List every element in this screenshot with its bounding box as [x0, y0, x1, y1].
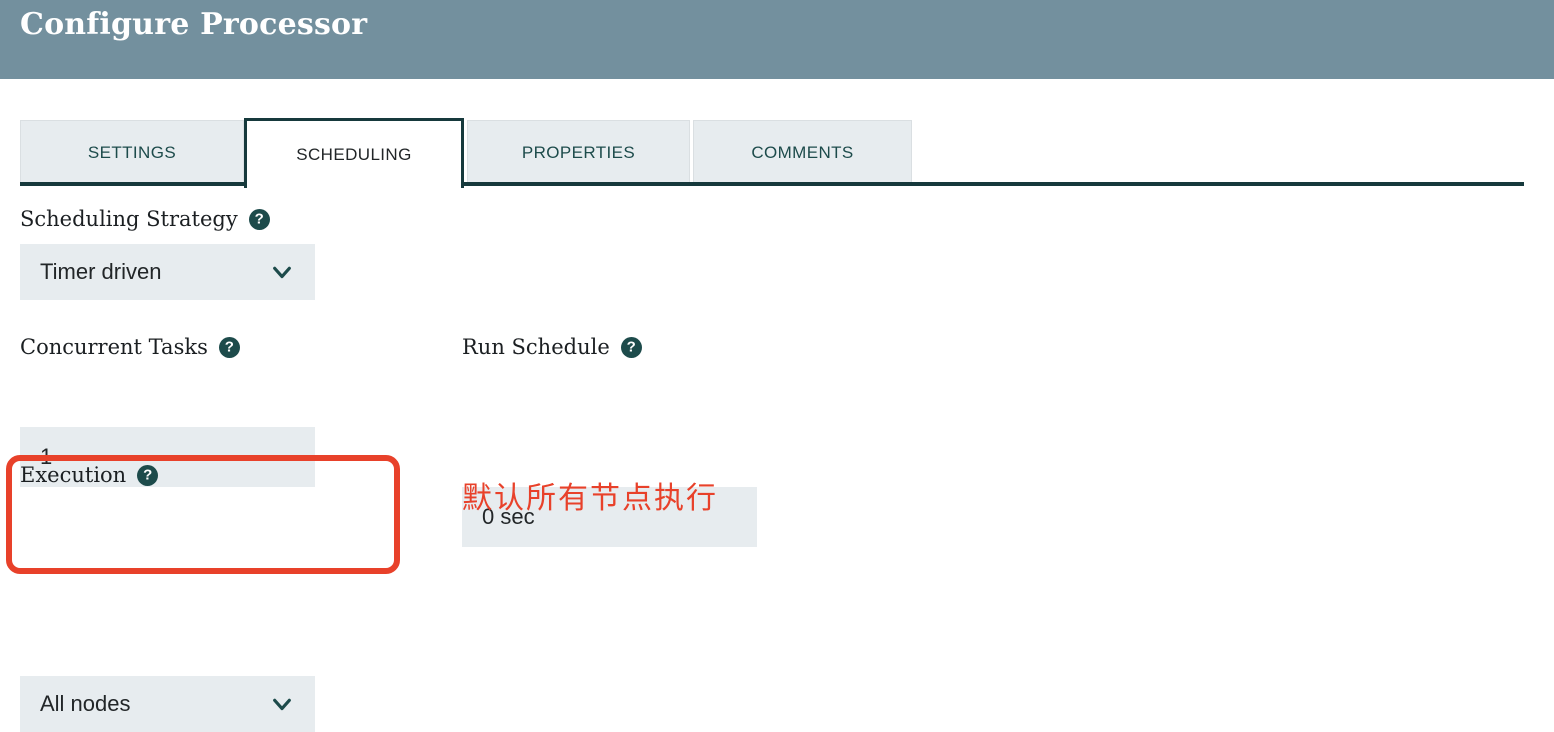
tab-label: PROPERTIES: [521, 142, 636, 162]
page-title: Configure Processor: [20, 7, 368, 42]
tab-label: SETTINGS: [87, 142, 177, 162]
execution-label: Execution?: [20, 462, 159, 488]
help-circle-icon[interactable]: ?: [218, 336, 240, 358]
help-glyph: ?: [224, 338, 234, 355]
tab-properties[interactable]: PROPERTIES: [467, 120, 690, 184]
label-text: Run Schedule: [462, 335, 610, 359]
chevron-down-icon[interactable]: [271, 261, 293, 283]
label-text: Scheduling Strategy: [20, 207, 238, 231]
tab-scheduling[interactable]: SCHEDULING: [244, 118, 464, 188]
annotation-note: 默认所有节点执行: [462, 481, 718, 516]
run-schedule-label: Run Schedule?: [462, 334, 642, 360]
label-text: Execution: [20, 463, 127, 487]
scheduling-strategy-label: Scheduling Strategy?: [20, 206, 270, 232]
tab-label: COMMENTS: [751, 142, 854, 162]
execution-value: All nodes: [40, 691, 131, 716]
help-glyph: ?: [254, 210, 264, 227]
scheduling-tab-panel: Scheduling Strategy? Timer driven Concurre…: [0, 186, 1554, 732]
help-glyph: ?: [626, 338, 636, 355]
scheduling-strategy-select[interactable]: Timer driven: [20, 244, 315, 300]
scheduling-strategy-value: Timer driven: [40, 259, 162, 284]
concurrent-tasks-label: Concurrent Tasks?: [20, 334, 240, 360]
help-glyph: ?: [143, 466, 153, 483]
help-circle-icon[interactable]: ?: [620, 336, 642, 358]
tab-strip: SETTINGS SCHEDULING PROPERTIES COMMENTS: [0, 118, 1554, 188]
label-text: Concurrent Tasks: [20, 335, 208, 359]
tab-comments[interactable]: COMMENTS: [693, 120, 912, 184]
help-circle-icon[interactable]: ?: [137, 464, 159, 486]
execution-select[interactable]: All nodes: [20, 676, 315, 732]
tab-settings[interactable]: SETTINGS: [20, 120, 244, 184]
dialog-header: Configure Processor: [0, 0, 1554, 79]
help-circle-icon[interactable]: ?: [248, 208, 270, 230]
chevron-down-icon[interactable]: [271, 693, 293, 715]
tab-label: SCHEDULING: [296, 144, 412, 164]
